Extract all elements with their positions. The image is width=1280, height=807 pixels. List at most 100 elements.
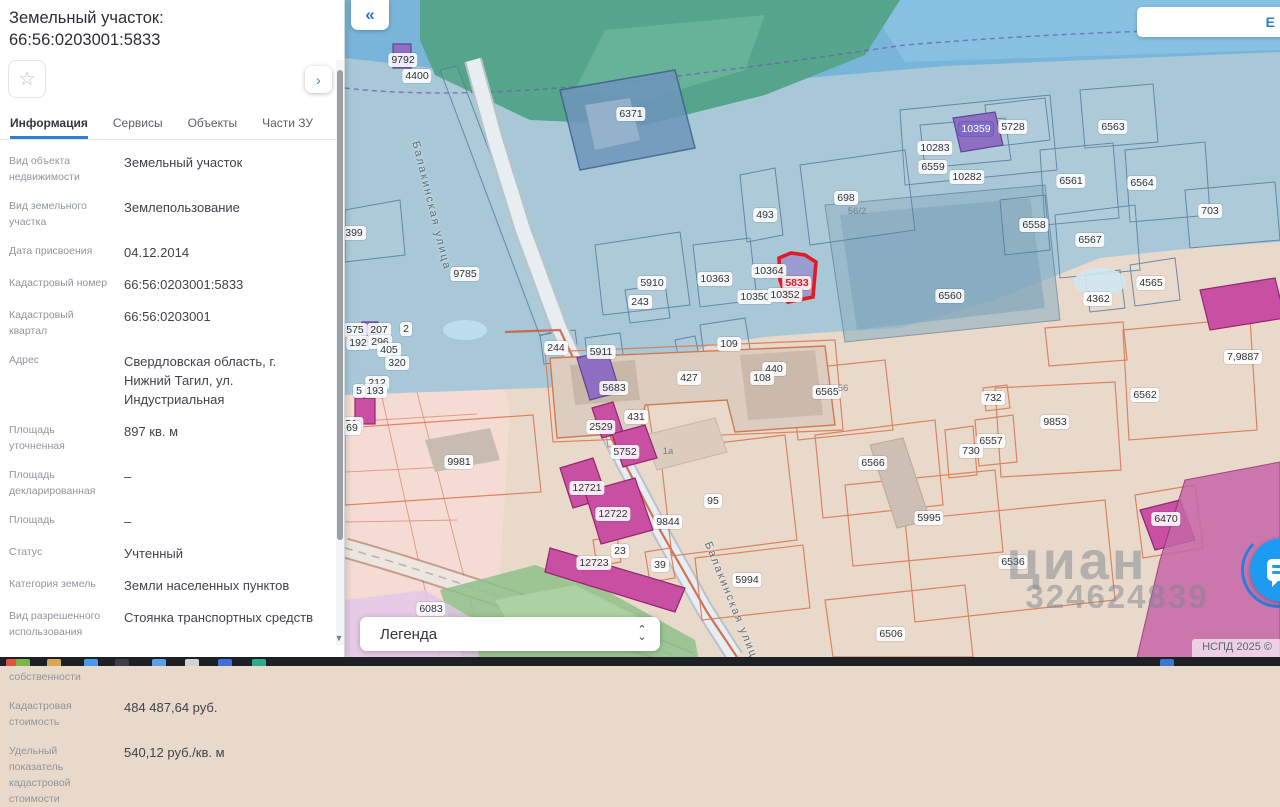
parcel-label-6561[interactable]: 6561 xyxy=(1056,174,1085,188)
taskbar-icon-7[interactable] xyxy=(218,659,232,666)
parcel-label-399[interactable]: 399 xyxy=(345,226,366,240)
parcel-label-192[interactable]: 192 xyxy=(346,336,370,350)
parcel-label-405[interactable]: 405 xyxy=(377,343,401,357)
parcel-label-193[interactable]: 193 xyxy=(363,384,387,398)
legend-dropdown[interactable]: Легенда ⌃ ⌄ xyxy=(360,617,660,651)
parcel-label-6564[interactable]: 6564 xyxy=(1127,176,1156,190)
map-canvas[interactable]: Балакинская улица Балакинская улица « Е … xyxy=(345,0,1280,657)
parcel-label-431[interactable]: 431 xyxy=(624,410,648,424)
parcel-label-10364[interactable]: 10364 xyxy=(751,264,786,278)
field-label: Дата присвоения xyxy=(9,243,112,262)
favorite-button[interactable]: ☆ xyxy=(8,60,46,98)
parcel-label-6470[interactable]: 6470 xyxy=(1151,512,1180,526)
parcel-label-243[interactable]: 243 xyxy=(628,295,652,309)
parcel-label-108[interactable]: 108 xyxy=(750,371,774,385)
parcel-label-4565[interactable]: 4565 xyxy=(1136,276,1165,290)
parcel-label-23[interactable]: 23 xyxy=(611,544,629,558)
parcel-label-39[interactable]: 39 xyxy=(651,558,669,572)
parcel-label-6567[interactable]: 6567 xyxy=(1075,233,1104,247)
parcel-label-4362[interactable]: 4362 xyxy=(1083,292,1112,306)
parcel-label-244[interactable]: 244 xyxy=(544,341,568,355)
map-search-box[interactable]: Е xyxy=(1137,7,1280,37)
parcel-label-95[interactable]: 95 xyxy=(704,494,722,508)
parcel-label-6536[interactable]: 6536 xyxy=(998,555,1027,569)
parcel-label-10352[interactable]: 10352 xyxy=(767,288,802,302)
parcel-label-5911[interactable]: 5911 xyxy=(587,345,616,359)
parcel-label-6083[interactable]: 6083 xyxy=(416,602,445,616)
parcel-label-4400[interactable]: 4400 xyxy=(402,69,431,83)
parcel-label-730[interactable]: 730 xyxy=(959,444,983,458)
tab-3[interactable]: Части ЗУ xyxy=(262,116,313,139)
windows-taskbar[interactable] xyxy=(0,657,1280,666)
panel-scrollbar[interactable]: ▼ xyxy=(336,60,344,645)
parcel-label-5728[interactable]: 5728 xyxy=(998,120,1027,134)
parcel-label-5995[interactable]: 5995 xyxy=(914,511,943,525)
parcel-label-5[interactable]: 5 xyxy=(353,384,365,398)
parcel-label-698[interactable]: 698 xyxy=(834,191,858,205)
parcel-label-6560[interactable]: 6560 xyxy=(935,289,964,303)
taskbar-icon-9[interactable] xyxy=(1160,659,1174,666)
parcel-label-9792[interactable]: 9792 xyxy=(388,53,417,67)
chevron-updown-icon[interactable]: ⌃ ⌄ xyxy=(624,627,660,641)
parcel-label-12723[interactable]: 12723 xyxy=(576,556,611,570)
parcel-label-1а[interactable]: 1а xyxy=(660,445,677,459)
parcel-label-6562[interactable]: 6562 xyxy=(1130,388,1159,402)
parcel-label-56[interactable]: 56 xyxy=(835,382,852,396)
field-value: Земельный участок xyxy=(124,153,318,185)
parcel-label-6563[interactable]: 6563 xyxy=(1098,120,1127,134)
parcel-label-5994[interactable]: 5994 xyxy=(732,573,761,587)
parcel-label-10283[interactable]: 10283 xyxy=(917,141,952,155)
parcel-label-2[interactable]: 2 xyxy=(400,322,412,336)
tab-0[interactable]: Информация xyxy=(10,116,88,139)
parcel-label-6559[interactable]: 6559 xyxy=(918,160,947,174)
taskbar-icon-6[interactable] xyxy=(185,659,199,666)
parcel-label-10363[interactable]: 10363 xyxy=(697,272,732,286)
parcel-label-69[interactable]: 69 xyxy=(345,421,361,435)
parcel-label-56/2[interactable]: 56/2 xyxy=(845,205,870,219)
tab-1[interactable]: Сервисы xyxy=(113,116,163,139)
parcel-label-5910[interactable]: 5910 xyxy=(637,276,666,290)
parcel-label-10359[interactable]: 10359 xyxy=(958,122,993,136)
tabs-more-button[interactable]: › xyxy=(305,66,332,93)
parcel-label-10282[interactable]: 10282 xyxy=(949,170,984,184)
field-value: Земли населенных пунктов xyxy=(124,576,318,595)
taskbar-icon-4[interactable] xyxy=(115,659,129,666)
parcel-label-6566[interactable]: 6566 xyxy=(858,456,887,470)
parcel-label-109[interactable]: 109 xyxy=(717,337,741,351)
field-label: Вид разрешенного использования xyxy=(9,608,112,640)
scrollbar-thumb[interactable] xyxy=(337,70,343,540)
parcel-label-5683[interactable]: 5683 xyxy=(599,381,628,395)
field-label: Кадастровая стоимость xyxy=(9,698,112,730)
parcel-label-9844[interactable]: 9844 xyxy=(653,515,682,529)
parcel-label-6506[interactable]: 6506 xyxy=(876,627,905,641)
parcel-label-575[interactable]: 575 xyxy=(345,323,367,337)
parcel-label-493[interactable]: 493 xyxy=(753,208,777,222)
parcel-label-12722[interactable]: 12722 xyxy=(595,507,630,521)
parcel-label-732[interactable]: 732 xyxy=(981,391,1005,405)
parcel-label-320[interactable]: 320 xyxy=(385,356,409,370)
parcel-label-427[interactable]: 427 xyxy=(677,371,701,385)
parcel-label-6371[interactable]: 6371 xyxy=(616,107,645,121)
panel-collapse-button[interactable]: « xyxy=(351,0,389,30)
taskbar-icon-2[interactable] xyxy=(47,659,61,666)
parcel-label-12721[interactable]: 12721 xyxy=(569,481,604,495)
parcel-label-6558[interactable]: 6558 xyxy=(1019,218,1048,232)
parcel-label-703[interactable]: 703 xyxy=(1198,204,1222,218)
parcel-label-2529[interactable]: 2529 xyxy=(586,420,615,434)
field-value: 897 кв. м xyxy=(124,422,318,454)
parcel-label-9785[interactable]: 9785 xyxy=(450,267,479,281)
parcel-label-7,9887[interactable]: 7,9887 xyxy=(1224,350,1262,364)
taskbar-icon-1[interactable] xyxy=(16,659,30,666)
parcel-label-9981[interactable]: 9981 xyxy=(444,455,473,469)
scrollbar-down-arrow[interactable]: ▼ xyxy=(334,633,344,643)
parcel-label-5752[interactable]: 5752 xyxy=(610,445,639,459)
taskbar-icon-3[interactable] xyxy=(84,659,98,666)
map-copyright: НСПД 2025 © xyxy=(1192,639,1280,657)
field-row: Вид объекта недвижимостиЗемельный участо… xyxy=(9,153,318,185)
field-value: 66:56:0203001 xyxy=(124,307,318,339)
parcel-label-9853[interactable]: 9853 xyxy=(1040,415,1069,429)
taskbar-icon-8[interactable] xyxy=(252,659,266,666)
field-value: Землепользование xyxy=(124,198,318,230)
taskbar-icon-5[interactable] xyxy=(152,659,166,666)
tab-2[interactable]: Объекты xyxy=(188,116,238,139)
